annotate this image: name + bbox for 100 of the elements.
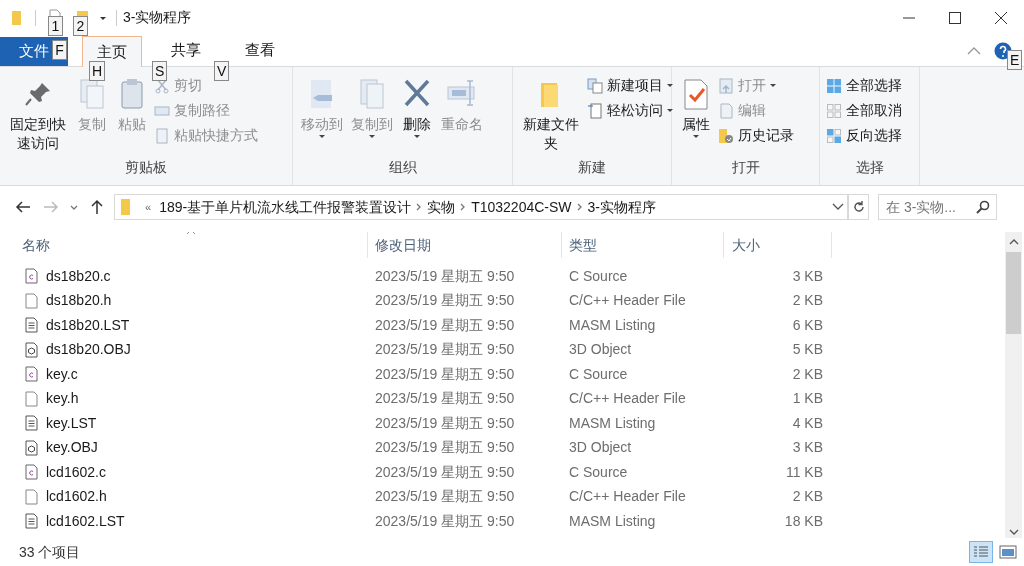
modified-date: 2023/5/19 星期五 9:50 [375, 267, 515, 284]
ribbon-button[interactable]: 历史记录 [718, 123, 794, 148]
chevron-down-button[interactable] [70, 204, 78, 210]
collapse-icon [966, 45, 982, 56]
group-label: 剪贴板 [125, 159, 167, 175]
modified-date: 2023/5/19 星期五 9:50 [375, 414, 515, 431]
file-type: C/C++ Header File [569, 292, 686, 309]
details-view-button[interactable] [969, 541, 993, 563]
ribbon-button[interactable]: 新建项目 [587, 73, 673, 98]
file-type: MASM Listing [569, 414, 656, 431]
group-label: 新建 [578, 159, 606, 175]
file-name[interactable]: ds18b20.c [46, 265, 111, 287]
ribbon-button[interactable]: 固定到快速访问 [6, 73, 70, 153]
file-type: C Source [569, 463, 628, 480]
breadcrumb[interactable]: T1032204C-SW [471, 196, 572, 218]
ribbon-button[interactable]: 反向选择 [826, 123, 902, 148]
modified-date: 2023/5/19 星期五 9:50 [375, 439, 515, 456]
ribbon-tab[interactable]: 查看 [230, 35, 290, 66]
file-type: 3D Object [569, 439, 632, 456]
scrollbar[interactable] [1005, 232, 1022, 538]
file-size: 1 KB [792, 390, 823, 407]
file-name[interactable]: key.LST [46, 412, 97, 434]
file-type: 3D Object [569, 341, 632, 358]
scroll-down-icon [1008, 528, 1019, 536]
ribbon-button[interactable]: 全部选择 [826, 73, 902, 98]
keytip: F [52, 40, 67, 60]
modified-date: 2023/5/19 星期五 9:50 [375, 512, 515, 529]
modified-date: 2023/5/19 星期五 9:50 [375, 488, 515, 505]
list-icon [973, 545, 989, 559]
group-label: 打开 [731, 159, 760, 175]
modified-date: 2023/5/19 星期五 9:50 [375, 365, 515, 382]
chevron-down-icon [70, 204, 78, 210]
chevron-down-icon [831, 203, 844, 211]
history-icon [718, 127, 734, 144]
cube-file-icon [24, 439, 39, 456]
column-header[interactable]: 大小 [724, 232, 832, 258]
ribbon-button[interactable]: 属性 [678, 73, 714, 138]
close-icon [995, 11, 1007, 24]
file-name[interactable]: lcd1602.c [46, 461, 106, 483]
keytip: E [1007, 50, 1023, 70]
file-type: MASM Listing [569, 316, 656, 333]
column-header[interactable]: 修改日期 [368, 232, 562, 258]
file-size: 3 KB [792, 439, 823, 456]
select-all-icon [826, 77, 842, 94]
folder-icon [119, 197, 133, 217]
file-name[interactable]: key.OBJ [46, 437, 98, 459]
c-file-icon [24, 464, 39, 481]
ribbon-button[interactable]: 轻松访问 [587, 98, 673, 123]
column-header[interactable]: 名称 [20, 232, 368, 258]
minimize-icon [903, 16, 915, 19]
file-size: 2 KB [792, 488, 823, 505]
file-size: 18 KB [784, 512, 823, 529]
modified-date: 2023/5/19 星期五 9:50 [375, 463, 515, 480]
ribbon-button[interactable]: 全部取消 [826, 98, 902, 123]
breadcrumb[interactable]: 3-实物程序 [587, 196, 656, 218]
chevron-right-icon [575, 202, 584, 212]
picture-frame-icon [999, 545, 1017, 559]
overflow-chevron[interactable]: « [145, 198, 152, 216]
search-field[interactable]: 在 3-实物... [878, 194, 997, 220]
text-file-icon [24, 513, 39, 530]
new-item-icon [587, 77, 603, 94]
modified-date: 2023/5/19 星期五 9:50 [375, 341, 515, 358]
file-name[interactable]: ds18b20.OBJ [46, 339, 131, 361]
scroll-up-icon [1008, 238, 1019, 246]
scrollbar-thumb[interactable] [1006, 252, 1021, 334]
file-icon [24, 292, 39, 309]
keytip: H [89, 61, 106, 81]
keytip: S [152, 61, 168, 81]
text-file-icon [24, 317, 39, 334]
group-label: 组织 [388, 159, 417, 175]
file-name[interactable]: ds18b20.LST [46, 314, 130, 336]
address-bar[interactable]: « 189-基于单片机流水线工件报警装置设计 实物 T1032204C-SW 3-实物程序 [114, 194, 849, 220]
refresh-button[interactable] [849, 194, 869, 220]
breadcrumb[interactable]: 实物 [427, 196, 456, 218]
invert-selection-icon [826, 127, 842, 144]
select-none-icon [826, 102, 842, 119]
file-icon [24, 488, 39, 505]
file-size: 11 KB [785, 463, 823, 480]
file-type: MASM Listing [569, 512, 656, 529]
ribbon-tab[interactable]: 主页 [82, 36, 142, 67]
keytip: 2 [73, 16, 88, 36]
file-name[interactable]: key.h [46, 388, 79, 410]
file-type: C Source [569, 365, 628, 382]
folder-icon [11, 8, 23, 27]
c-file-icon [24, 268, 39, 285]
ribbon-button[interactable]: 删除 [399, 73, 435, 138]
file-name[interactable]: lcd1602.LST [46, 510, 125, 532]
text-file-icon [24, 415, 39, 432]
file-size: 3 KB [792, 267, 823, 284]
file-name[interactable]: lcd1602.h [46, 486, 107, 508]
cube-file-icon [24, 341, 39, 358]
open-icon [718, 77, 734, 94]
file-name[interactable]: key.c [46, 363, 78, 385]
ribbon-button[interactable]: 新建文件夹 [519, 73, 583, 153]
file-name[interactable]: ds18b20.h [46, 290, 112, 312]
file-size: 4 KB [792, 414, 823, 431]
column-header[interactable]: 类型 [562, 232, 724, 258]
breadcrumb[interactable]: 189-基于单片机流水线工件报警装置设计 [159, 196, 412, 218]
shortcut-icon [154, 127, 170, 144]
edit-icon [718, 102, 734, 119]
